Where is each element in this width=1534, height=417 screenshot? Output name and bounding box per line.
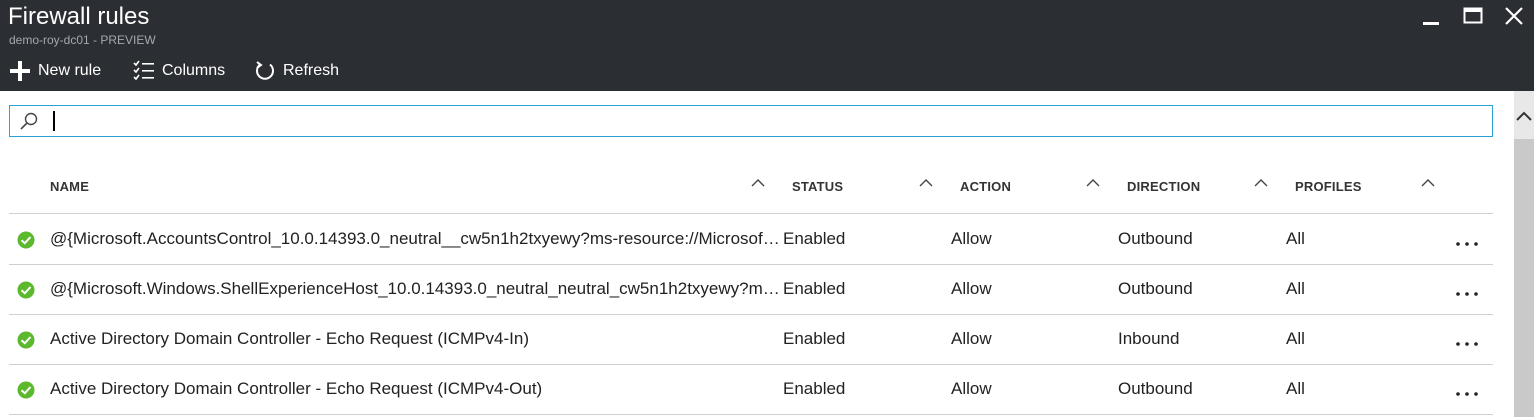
rule-direction: Outbound — [1118, 379, 1193, 398]
new-rule-button[interactable]: New rule — [9, 56, 101, 86]
rule-direction: Outbound — [1118, 229, 1193, 248]
column-header-name[interactable]: NAME — [50, 179, 89, 194]
sort-name-chevron-up-icon[interactable] — [750, 175, 766, 191]
blade-header: Firewall rules demo-roy-dc01 - PREVIEW N… — [0, 0, 1534, 91]
text-cursor — [53, 111, 55, 131]
rule-action: Allow — [951, 379, 992, 398]
table-row[interactable]: Active Directory Domain Controller - Ech… — [9, 315, 1493, 365]
page-title: Firewall rules — [8, 3, 150, 30]
scroll-up-chevron-icon[interactable] — [1514, 107, 1534, 127]
minimize-button[interactable] — [1419, 4, 1447, 32]
column-header-profiles[interactable]: PROFILES — [1295, 179, 1362, 194]
rules-grid: NAME STATUS ACTION DIRECTION PROFILES @{… — [0, 91, 1514, 417]
rule-action: Allow — [951, 279, 992, 298]
rule-status: Enabled — [783, 229, 846, 248]
check-circle-icon — [17, 331, 35, 349]
new-rule-label: New rule — [38, 62, 102, 79]
rule-action: Allow — [951, 329, 992, 348]
table-row[interactable]: Active Directory Domain Controller - Ech… — [9, 365, 1493, 415]
ellipsis-icon[interactable] — [1455, 339, 1479, 349]
table-row[interactable]: @{Microsoft.AccountsControl_10.0.14393.0… — [9, 215, 1493, 265]
check-circle-icon — [17, 381, 35, 399]
maximize-button[interactable] — [1460, 4, 1488, 32]
ellipsis-icon[interactable] — [1455, 239, 1479, 249]
header-divider — [9, 213, 1493, 214]
rule-status: Enabled — [783, 329, 846, 348]
rule-direction: Outbound — [1118, 279, 1193, 298]
refresh-icon — [256, 61, 274, 80]
rule-profiles: All — [1286, 329, 1305, 348]
page-subtitle: demo-roy-dc01 - PREVIEW — [9, 33, 156, 47]
rule-profiles: All — [1286, 379, 1305, 398]
plus-icon — [10, 61, 30, 81]
sort-profiles-chevron-up-icon[interactable] — [1420, 175, 1436, 191]
columns-button[interactable]: Columns — [133, 56, 225, 86]
rule-profiles: All — [1286, 279, 1305, 298]
column-header-direction[interactable]: DIRECTION — [1127, 179, 1200, 194]
ellipsis-icon[interactable] — [1455, 389, 1479, 399]
rule-name: @{Microsoft.AccountsControl_10.0.14393.0… — [50, 229, 782, 248]
ellipsis-icon[interactable] — [1455, 289, 1479, 299]
close-button[interactable] — [1502, 4, 1530, 32]
rule-status: Enabled — [783, 379, 846, 398]
rule-direction: Inbound — [1118, 329, 1180, 348]
check-circle-icon — [17, 281, 35, 299]
scrollbar-thumb[interactable] — [1514, 139, 1534, 417]
column-header-status[interactable]: STATUS — [792, 179, 843, 194]
vertical-scrollbar[interactable] — [1514, 91, 1534, 417]
checklist-icon — [133, 60, 154, 81]
rule-profiles: All — [1286, 229, 1305, 248]
column-header-action[interactable]: ACTION — [960, 179, 1011, 194]
row-divider — [9, 414, 1493, 415]
rule-name: @{Microsoft.Windows.ShellExperienceHost_… — [50, 279, 782, 298]
maximize-icon — [1463, 7, 1483, 24]
table-row[interactable]: @{Microsoft.Windows.ShellExperienceHost_… — [9, 265, 1493, 315]
sort-status-chevron-up-icon[interactable] — [918, 175, 934, 191]
sort-direction-chevron-up-icon[interactable] — [1253, 175, 1269, 191]
rule-name: Active Directory Domain Controller - Ech… — [50, 329, 529, 348]
search-box[interactable] — [9, 105, 1493, 137]
minimize-icon — [1423, 22, 1439, 25]
rule-name: Active Directory Domain Controller - Ech… — [50, 379, 543, 398]
close-icon — [1505, 7, 1523, 25]
columns-label: Columns — [162, 62, 226, 79]
search-icon — [20, 112, 38, 130]
search-input[interactable] — [50, 108, 1480, 134]
sort-action-chevron-up-icon[interactable] — [1085, 175, 1101, 191]
check-circle-icon — [17, 231, 35, 249]
rule-action: Allow — [951, 229, 992, 248]
refresh-label: Refresh — [283, 62, 340, 79]
rule-status: Enabled — [783, 279, 846, 298]
refresh-button[interactable]: Refresh — [254, 56, 339, 86]
